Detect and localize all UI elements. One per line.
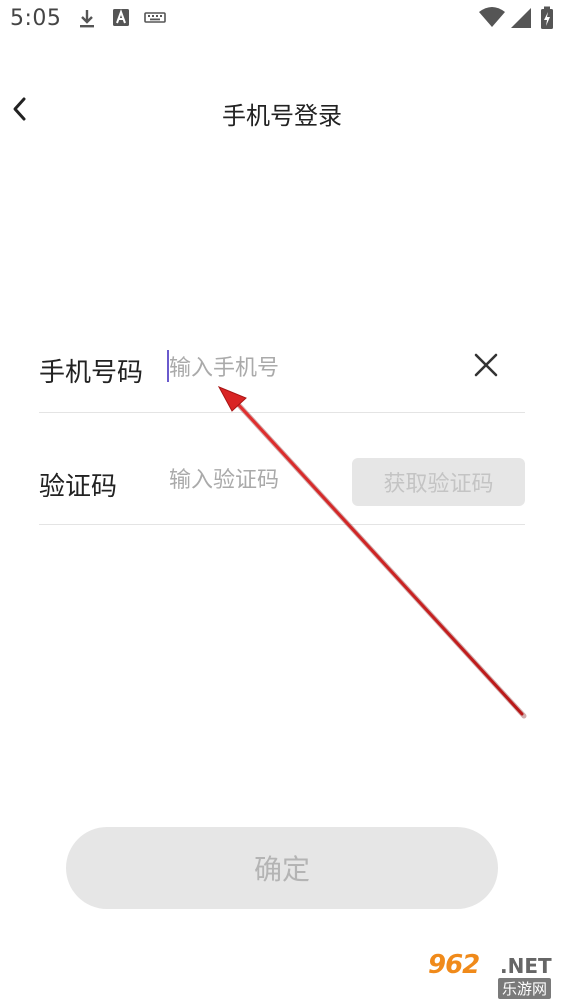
close-icon <box>473 352 499 382</box>
watermark-logo-sub: 乐游网 <box>498 978 552 999</box>
watermark-logo: 962 .NET 乐游网 <box>428 950 558 999</box>
text-a-icon <box>112 8 130 32</box>
watermark-logo-net: .NET <box>500 954 552 978</box>
code-row: 验证码 获取验证码 <box>39 434 525 525</box>
cell-signal-icon <box>510 7 532 33</box>
status-time: 5:05 <box>10 6 62 31</box>
download-icon <box>78 8 96 34</box>
phone-row: 手机号码 <box>39 322 525 413</box>
battery-charging-icon <box>540 6 554 34</box>
phone-input[interactable] <box>167 348 459 388</box>
page-title: 手机号登录 <box>222 102 342 130</box>
wifi-icon <box>478 6 506 32</box>
watermark-logo-number: 962 <box>428 950 480 980</box>
clear-phone-button[interactable] <box>471 352 501 382</box>
get-code-button[interactable]: 获取验证码 <box>352 458 525 506</box>
confirm-button[interactable]: 确定 <box>66 827 498 909</box>
code-input[interactable] <box>167 460 345 500</box>
keyboard-icon <box>144 8 166 30</box>
status-bar: 5:05 <box>0 0 564 40</box>
phone-label: 手机号码 <box>39 358 144 388</box>
text-caret <box>167 350 169 382</box>
code-label: 验证码 <box>39 472 118 502</box>
